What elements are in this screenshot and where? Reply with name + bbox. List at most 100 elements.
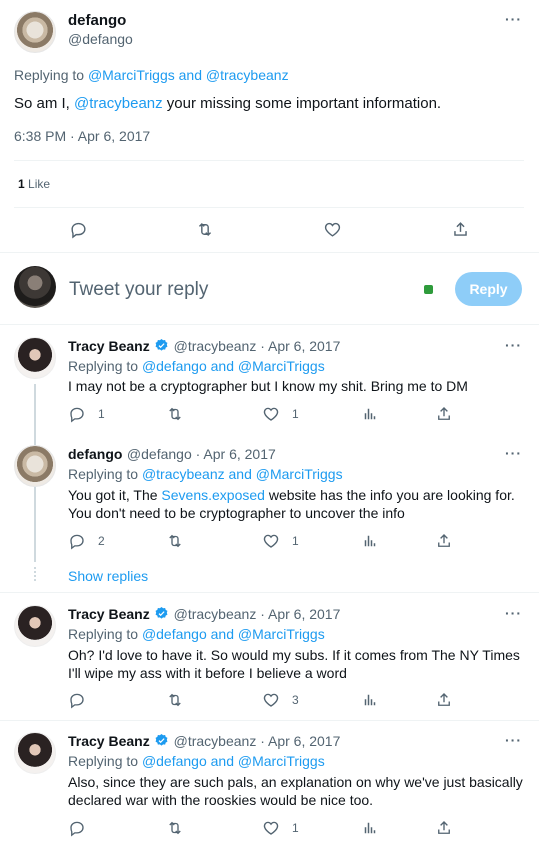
tweet-meta[interactable]: @tracybeanz · Apr 6, 2017 [174,606,341,622]
tweet-text-after: your missing some important information. [162,95,442,112]
tweet-meta[interactable]: @tracybeanz · Apr 6, 2017 [174,733,341,749]
retweet-icon[interactable] [195,220,215,244]
retweet-action[interactable] [166,404,196,424]
tweet-text-line2: I'll wipe my ass with it before I believ… [68,665,347,681]
replying-to: Replying to @defango and @MarciTriggs [68,358,325,374]
replying-label: Replying to [68,626,139,642]
website-link[interactable]: Sevens.exposed [161,487,265,503]
retweet-action[interactable] [166,690,196,710]
replying-label: Replying to [68,358,139,374]
presence-indicator [424,285,433,294]
author-name[interactable]: defango [68,446,122,462]
replying-to: Replying to @MarciTriggs and @tracybeanz [14,67,289,83]
author-handle[interactable]: @defango [68,31,133,47]
reply-action[interactable] [68,818,98,838]
more-options-icon[interactable]: ··· [505,11,522,27]
mention-link[interactable]: @tracybeanz [74,95,163,112]
tweet-meta[interactable]: @defango · Apr 6, 2017 [127,446,276,462]
retweet-icon [166,532,184,550]
analytics-icon [361,819,379,837]
like-action[interactable]: 1 [262,404,299,424]
reply-button[interactable]: Reply [455,272,522,306]
views-action[interactable] [361,690,379,710]
verified-badge-icon [154,338,169,355]
likes-count: 1 [18,177,25,191]
tweet-text: Oh? I'd love to have it. So would my sub… [68,647,520,663]
replying-to-users[interactable]: @tracybeanz and @MarciTriggs [142,466,343,482]
views-action[interactable] [361,404,379,424]
more-options-icon[interactable]: ··· [505,732,522,748]
retweet-action[interactable] [166,531,196,551]
reply-icon [68,819,86,837]
replying-to: Replying to @tracybeanz and @MarciTriggs [68,466,343,482]
share-icon [435,691,453,709]
share-action[interactable] [435,690,453,710]
thread-dots [34,567,36,583]
author-name[interactable]: defango [68,12,126,29]
reply-action[interactable]: 2 [68,531,105,551]
avatar[interactable] [14,732,56,774]
my-avatar[interactable] [14,266,56,308]
avatar[interactable] [14,337,56,379]
replying-to-users[interactable]: @MarciTriggs and @tracybeanz [88,67,289,83]
analytics-icon [361,691,379,709]
divider [0,252,539,253]
reply-icon[interactable] [69,220,88,244]
show-replies-link[interactable]: Show replies [68,568,148,584]
tweet-text: You got it, The Sevens.exposed website h… [68,486,515,504]
more-options-icon[interactable]: ··· [505,337,522,353]
avatar[interactable] [14,445,56,487]
tweet-text-line2: You don't need to be cryptographer to un… [68,505,405,521]
reply-input[interactable]: Tweet your reply [69,279,208,301]
divider [0,720,539,721]
like-icon [262,691,280,709]
like-action[interactable]: 1 [262,531,299,551]
share-action[interactable] [435,531,453,551]
replying-label: Replying to [68,753,139,769]
tweet-text-before: So am I, [14,95,75,112]
reply-action[interactable]: 1 [68,404,105,424]
divider [14,207,524,208]
tweet-text-line2: declared war with the rooskies would be … [68,792,374,808]
verified-badge-icon [154,733,169,750]
likes-label: Like [28,177,51,191]
tweet-text-after: website has the info you are looking for… [264,487,515,503]
tweet-timestamp[interactable]: 6:38 PM · Apr 6, 2017 [14,128,150,144]
reply-action[interactable] [68,690,98,710]
divider [0,324,539,325]
author-name[interactable]: Tracy Beanz [68,338,150,354]
share-icon [435,405,453,423]
retweet-icon [166,691,184,709]
divider [14,160,524,161]
retweet-action[interactable] [166,818,196,838]
more-options-icon[interactable]: ··· [505,605,522,621]
like-icon [262,405,280,423]
replying-to: Replying to @defango and @MarciTriggs [68,753,325,769]
tweet-text: I may not be a cryptographer but I know … [68,378,468,394]
reply-icon [68,691,86,709]
replying-to-users[interactable]: @defango and @MarciTriggs [142,626,325,642]
tweet-meta[interactable]: @tracybeanz · Apr 6, 2017 [174,338,341,354]
share-icon[interactable] [451,220,470,244]
like-icon[interactable] [323,220,342,244]
replying-to-users[interactable]: @defango and @MarciTriggs [142,753,325,769]
like-action[interactable]: 3 [262,690,299,710]
views-action[interactable] [361,818,379,838]
share-action[interactable] [435,404,453,424]
like-action[interactable]: 1 [262,818,299,838]
avatar[interactable] [14,605,56,647]
share-action[interactable] [435,818,453,838]
avatar[interactable] [14,11,56,53]
tweet-header: Tracy Beanz @tracybeanz · Apr 6, 2017 [68,733,340,751]
likes-summary[interactable]: 1 Like [18,177,50,191]
replying-to-users[interactable]: @defango and @MarciTriggs [142,358,325,374]
author-name[interactable]: Tracy Beanz [68,606,150,622]
like-count: 1 [292,821,299,835]
views-action[interactable] [361,531,379,551]
author-name[interactable]: Tracy Beanz [68,733,150,749]
more-options-icon[interactable]: ··· [505,445,522,461]
like-count: 3 [292,693,299,707]
like-count: 1 [292,534,299,548]
like-icon [262,819,280,837]
replying-label: Replying to [14,67,85,83]
